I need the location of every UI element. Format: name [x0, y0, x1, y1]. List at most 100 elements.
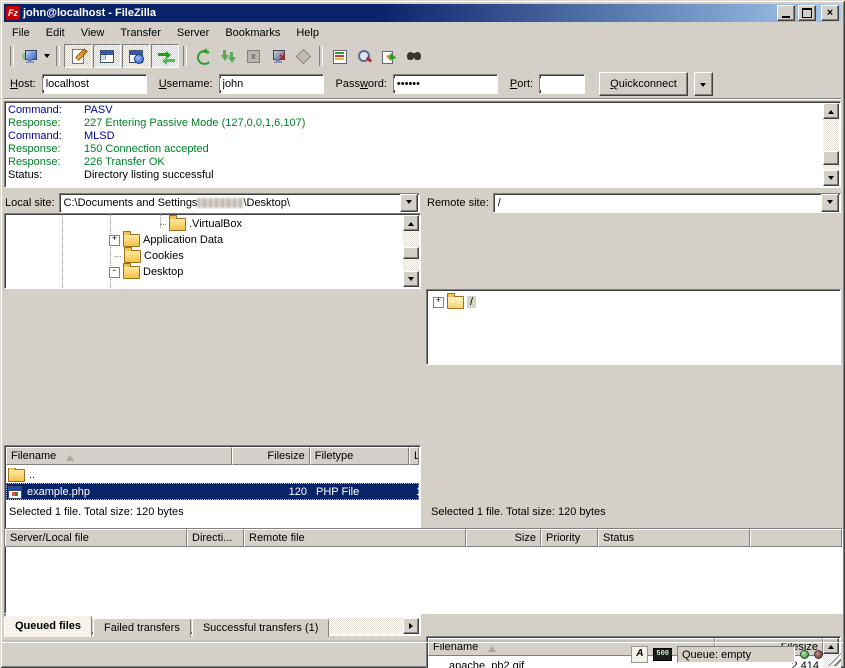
- process-queue-button[interactable]: [216, 45, 240, 67]
- transfer-type-icon[interactable]: A: [631, 646, 648, 663]
- cancel-operation-button[interactable]: x: [241, 45, 265, 67]
- remote-selection-status: Selected 1 file. Total size: 120 bytes: [426, 502, 841, 521]
- column-header-status[interactable]: Status: [598, 529, 750, 547]
- tab-failed-transfers[interactable]: Failed transfers: [93, 618, 191, 637]
- remote-directory-tree[interactable]: + /: [426, 289, 841, 365]
- log-line: Response:227 Entering Passive Mode (127,…: [5, 117, 840, 130]
- tree-expander-icon[interactable]: -: [109, 267, 120, 278]
- combo-dropdown-button[interactable]: [821, 194, 839, 212]
- remote-site-combobox[interactable]: /: [493, 193, 841, 213]
- toggle-message-log-button[interactable]: [64, 44, 92, 68]
- disconnect-button[interactable]: ×: [266, 45, 290, 67]
- queue-header: Server/Local file Directi... Remote file…: [5, 529, 842, 547]
- scrollbar-thumb[interactable]: [823, 151, 839, 165]
- scroll-up-button[interactable]: [823, 103, 839, 119]
- column-header-server-local-file[interactable]: Server/Local file: [5, 529, 187, 547]
- php-file-icon: [8, 485, 23, 499]
- port-input[interactable]: [540, 78, 584, 90]
- resize-grip[interactable]: [828, 653, 841, 666]
- local-directory-tree[interactable]: .VirtualBox + Application Data Cookies -…: [4, 213, 421, 289]
- column-header-priority[interactable]: Priority: [541, 529, 598, 547]
- tree-item-desktop[interactable]: - Desktop: [109, 264, 183, 280]
- column-header-size[interactable]: Size: [466, 529, 541, 547]
- synchronized-browsing-button[interactable]: [402, 45, 426, 67]
- log-line: Response:150 Connection accepted: [5, 143, 840, 156]
- filezilla-logo-icon: Fz: [6, 6, 20, 20]
- transfer-queue[interactable]: Server/Local file Directi... Remote file…: [4, 528, 843, 614]
- speed-limit-icon[interactable]: 500: [653, 648, 672, 661]
- password-input[interactable]: [394, 78, 497, 90]
- quickconnect-button[interactable]: Quickconnect: [599, 72, 688, 96]
- compare-directories-button[interactable]: [377, 45, 401, 67]
- folder-icon: [123, 266, 140, 279]
- menu-help[interactable]: Help: [288, 25, 327, 41]
- tree-item-cookies[interactable]: Cookies: [115, 248, 184, 264]
- menu-file[interactable]: File: [4, 25, 38, 41]
- close-button[interactable]: ×: [821, 5, 839, 21]
- scroll-down-button[interactable]: [403, 271, 419, 287]
- title-bar[interactable]: Fz john@localhost - FileZilla ×: [4, 4, 841, 22]
- column-header-filename[interactable]: Filename: [6, 447, 232, 465]
- menu-view[interactable]: View: [73, 25, 113, 41]
- password-label: Password:: [336, 78, 387, 90]
- synchronized-browsing-icon: [406, 48, 422, 64]
- local-site-label: Local site:: [5, 197, 55, 209]
- host-input[interactable]: [43, 78, 146, 90]
- toggle-local-tree-button[interactable]: [93, 44, 121, 68]
- file-search-button[interactable]: [352, 45, 376, 67]
- filezilla-window: Fz john@localhost - FileZilla × File Edi…: [0, 0, 845, 668]
- toolbar-separator: [183, 46, 187, 66]
- minimize-button[interactable]: [777, 5, 795, 21]
- refresh-button[interactable]: [191, 45, 215, 67]
- column-header-filesize[interactable]: Filesize: [232, 447, 309, 465]
- local-file-row-example-php[interactable]: example.php 120 PHP File 1: [6, 483, 419, 500]
- site-manager-button[interactable]: [18, 45, 42, 67]
- quickconnect-dropdown-button[interactable]: [694, 72, 713, 96]
- column-header-filetype[interactable]: Filetype: [310, 447, 409, 465]
- folder-icon: [169, 218, 186, 231]
- maximize-button[interactable]: [798, 5, 816, 21]
- remote-site-bar: Remote site: /: [427, 192, 841, 213]
- menu-transfer[interactable]: Transfer: [112, 25, 169, 41]
- message-log-icon: [70, 48, 86, 64]
- tree-expander-icon[interactable]: +: [109, 235, 120, 246]
- local-site-combobox[interactable]: C:\Documents and Settings\Desktop\: [59, 193, 420, 213]
- column-header-remote-file[interactable]: Remote file: [244, 529, 466, 547]
- toggle-remote-tree-button[interactable]: [122, 44, 150, 68]
- scroll-down-button[interactable]: [823, 170, 839, 186]
- column-header-lastmodified[interactable]: L: [409, 447, 419, 465]
- tree-item-root[interactable]: + /: [433, 294, 476, 310]
- directory-filter-button[interactable]: [327, 45, 351, 67]
- combo-dropdown-button[interactable]: [400, 194, 418, 212]
- column-header-direction[interactable]: Directi...: [187, 529, 244, 547]
- port-input-wrap: [539, 74, 585, 94]
- remote-path: /: [494, 197, 821, 209]
- local-file-row-parent[interactable]: ..: [6, 466, 419, 483]
- local-tree-vertical-scrollbar[interactable]: [403, 215, 419, 287]
- menu-bar: File Edit View Transfer Server Bookmarks…: [4, 23, 841, 42]
- close-icon: ×: [827, 8, 833, 18]
- tree-item-virtualbox[interactable]: .VirtualBox: [160, 216, 242, 232]
- username-input[interactable]: [220, 78, 323, 90]
- toolbar-separator: [10, 46, 14, 66]
- toggle-transfer-queue-button[interactable]: [151, 44, 179, 68]
- transfer-queue-icon: [157, 48, 173, 64]
- scrollbar-thumb[interactable]: [403, 247, 419, 259]
- tab-successful-transfers[interactable]: Successful transfers (1): [192, 618, 330, 637]
- tab-queued-files[interactable]: Queued files: [4, 615, 92, 637]
- log-vertical-scrollbar[interactable]: [823, 103, 839, 186]
- local-path: C:\Documents and Settings\Desktop\: [60, 197, 400, 209]
- menu-bookmarks[interactable]: Bookmarks: [217, 25, 288, 41]
- menu-edit[interactable]: Edit: [38, 25, 73, 41]
- tree-item-application-data[interactable]: + Application Data: [109, 232, 223, 248]
- toolbar: x ×: [4, 42, 841, 69]
- scroll-right-button[interactable]: [403, 618, 419, 634]
- filter-icon: [331, 48, 347, 64]
- cancel-icon: x: [245, 48, 261, 64]
- scroll-up-button[interactable]: [403, 215, 419, 231]
- site-manager-dropdown-arrow-icon[interactable]: [44, 54, 50, 61]
- reconnect-button[interactable]: [291, 45, 315, 67]
- tree-expander-icon[interactable]: +: [433, 297, 444, 308]
- column-header-empty: [750, 529, 842, 547]
- menu-server[interactable]: Server: [169, 25, 217, 41]
